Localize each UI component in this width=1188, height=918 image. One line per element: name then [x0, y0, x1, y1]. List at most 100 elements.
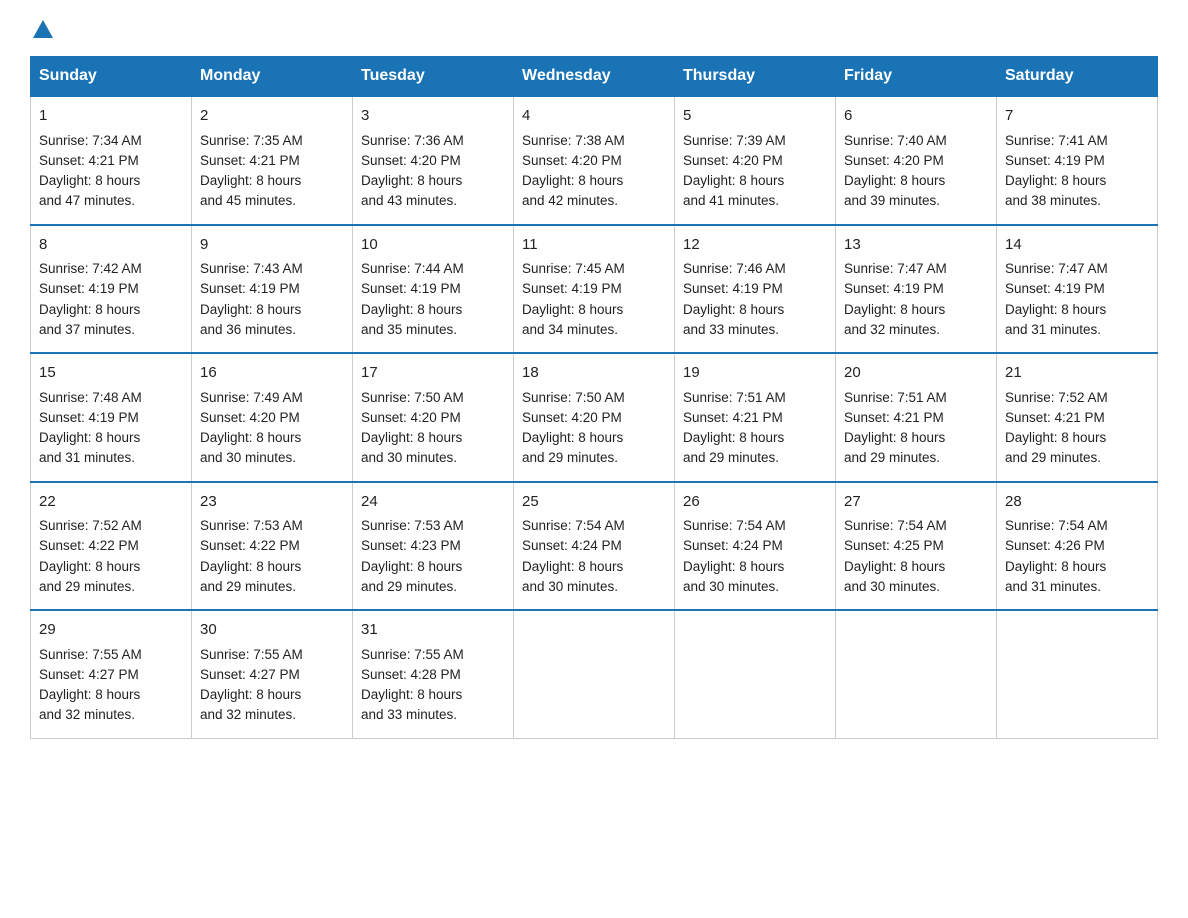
day-info: Sunrise: 7:47 AMSunset: 4:19 PMDaylight:… [1005, 261, 1108, 337]
calendar-cell [836, 610, 997, 738]
calendar-cell [675, 610, 836, 738]
calendar-header: Sunday Monday Tuesday Wednesday Thursday… [31, 57, 1158, 97]
day-info: Sunrise: 7:55 AMSunset: 4:27 PMDaylight:… [200, 647, 303, 723]
day-number: 24 [361, 491, 505, 514]
day-number: 16 [200, 362, 344, 385]
day-number: 18 [522, 362, 666, 385]
day-info: Sunrise: 7:48 AMSunset: 4:19 PMDaylight:… [39, 390, 142, 466]
day-info: Sunrise: 7:41 AMSunset: 4:19 PMDaylight:… [1005, 133, 1108, 209]
day-info: Sunrise: 7:45 AMSunset: 4:19 PMDaylight:… [522, 261, 625, 337]
day-number: 25 [522, 491, 666, 514]
day-info: Sunrise: 7:34 AMSunset: 4:21 PMDaylight:… [39, 133, 142, 209]
day-info: Sunrise: 7:42 AMSunset: 4:19 PMDaylight:… [39, 261, 142, 337]
calendar-cell [997, 610, 1158, 738]
day-number: 15 [39, 362, 183, 385]
calendar-cell: 22Sunrise: 7:52 AMSunset: 4:22 PMDayligh… [31, 482, 192, 611]
day-number: 17 [361, 362, 505, 385]
col-thursday: Thursday [675, 57, 836, 97]
calendar-cell: 13 Sunrise: 7:47 AMSunset: 4:19 PMDayligh… [836, 225, 997, 354]
day-info: Sunrise: 7:50 AMSunset: 4:20 PMDaylight:… [522, 390, 625, 466]
day-info: Sunrise: 7:39 AMSunset: 4:20 PMDaylight:… [683, 133, 786, 209]
calendar-cell: 20Sunrise: 7:51 AMSunset: 4:21 PMDayligh… [836, 353, 997, 482]
day-info: Sunrise: 7:38 AMSunset: 4:20 PMDaylight:… [522, 133, 625, 209]
calendar-body: 1Sunrise: 7:34 AMSunset: 4:21 PMDaylight… [31, 96, 1158, 738]
calendar-cell: 2 Sunrise: 7:35 AMSunset: 4:21 PMDaylight… [192, 96, 353, 225]
week-row-3: 15 Sunrise: 7:48 AMSunset: 4:19 PMDayligh… [31, 353, 1158, 482]
day-info: Sunrise: 7:51 AMSunset: 4:21 PMDaylight:… [683, 390, 786, 466]
calendar-cell: 15 Sunrise: 7:48 AMSunset: 4:19 PMDayligh… [31, 353, 192, 482]
day-info: Sunrise: 7:40 AMSunset: 4:20 PMDaylight:… [844, 133, 947, 209]
day-number: 26 [683, 491, 827, 514]
day-number: 23 [200, 491, 344, 514]
calendar-cell: 8Sunrise: 7:42 AMSunset: 4:19 PMDaylight… [31, 225, 192, 354]
day-number: 29 [39, 619, 183, 642]
day-info: Sunrise: 7:46 AMSunset: 4:19 PMDaylight:… [683, 261, 786, 337]
calendar-cell: 29Sunrise: 7:55 AMSunset: 4:27 PMDayligh… [31, 610, 192, 738]
day-number: 12 [683, 234, 827, 257]
week-row-1: 1Sunrise: 7:34 AMSunset: 4:21 PMDaylight… [31, 96, 1158, 225]
day-info: Sunrise: 7:53 AMSunset: 4:22 PMDaylight:… [200, 518, 303, 594]
day-info: Sunrise: 7:44 AMSunset: 4:19 PMDaylight:… [361, 261, 464, 337]
day-number: 2 [200, 105, 344, 128]
day-info: Sunrise: 7:47 AMSunset: 4:19 PMDaylight:… [844, 261, 947, 337]
calendar-cell: 19 Sunrise: 7:51 AMSunset: 4:21 PMDayligh… [675, 353, 836, 482]
day-info: Sunrise: 7:52 AMSunset: 4:22 PMDaylight:… [39, 518, 142, 594]
week-row-4: 22Sunrise: 7:52 AMSunset: 4:22 PMDayligh… [31, 482, 1158, 611]
logo-icon [33, 20, 53, 38]
page-header [30, 20, 1158, 38]
day-number: 20 [844, 362, 988, 385]
calendar-cell: 24 Sunrise: 7:53 AMSunset: 4:23 PMDayligh… [353, 482, 514, 611]
col-tuesday: Tuesday [353, 57, 514, 97]
week-row-5: 29 Sunrise: 7:55 AMSunset: 4:27 PMDayligh… [31, 610, 1158, 738]
day-number: 4 [522, 105, 666, 128]
day-number: 28 [1005, 491, 1149, 514]
day-number: 30 [200, 619, 344, 642]
day-info: Sunrise: 7:55 AMSunset: 4:28 PMDaylight:… [361, 647, 464, 723]
calendar-cell: 30 Sunrise: 7:55 AMSunset: 4:27 PMDayligh… [192, 610, 353, 738]
calendar-cell: 5 Sunrise: 7:39 AMSunset: 4:20 PMDaylight… [675, 96, 836, 225]
col-wednesday: Wednesday [514, 57, 675, 97]
day-info: Sunrise: 7:50 AMSunset: 4:20 PMDaylight:… [361, 390, 464, 466]
day-number: 10 [361, 234, 505, 257]
calendar-cell: 17 Sunrise: 7:50 AMSunset: 4:20 PMDayligh… [353, 353, 514, 482]
calendar-cell: 25 Sunrise: 7:54 AMSunset: 4:24 PMDayligh… [514, 482, 675, 611]
day-info: Sunrise: 7:54 AMSunset: 4:24 PMDaylight:… [683, 518, 786, 594]
col-monday: Monday [192, 57, 353, 97]
day-number: 27 [844, 491, 988, 514]
calendar-cell: 11Sunrise: 7:45 AMSunset: 4:19 PMDayligh… [514, 225, 675, 354]
day-info: Sunrise: 7:36 AMSunset: 4:20 PMDaylight:… [361, 133, 464, 209]
day-number: 13 [844, 234, 988, 257]
day-number: 5 [683, 105, 827, 128]
calendar-cell: 21 Sunrise: 7:52 AMSunset: 4:21 PMDayligh… [997, 353, 1158, 482]
day-info: Sunrise: 7:54 AMSunset: 4:26 PMDaylight:… [1005, 518, 1108, 594]
calendar-cell: 10 Sunrise: 7:44 AMSunset: 4:19 PMDayligh… [353, 225, 514, 354]
calendar-cell: 27Sunrise: 7:54 AMSunset: 4:25 PMDayligh… [836, 482, 997, 611]
header-row: Sunday Monday Tuesday Wednesday Thursday… [31, 57, 1158, 97]
calendar-cell: 4 Sunrise: 7:38 AMSunset: 4:20 PMDaylight… [514, 96, 675, 225]
day-number: 7 [1005, 105, 1149, 128]
day-info: Sunrise: 7:53 AMSunset: 4:23 PMDaylight:… [361, 518, 464, 594]
calendar-cell: 23 Sunrise: 7:53 AMSunset: 4:22 PMDayligh… [192, 482, 353, 611]
calendar-cell: 1Sunrise: 7:34 AMSunset: 4:21 PMDaylight… [31, 96, 192, 225]
day-number: 21 [1005, 362, 1149, 385]
day-info: Sunrise: 7:43 AMSunset: 4:19 PMDaylight:… [200, 261, 303, 337]
day-info: Sunrise: 7:49 AMSunset: 4:20 PMDaylight:… [200, 390, 303, 466]
calendar-cell: 26 Sunrise: 7:54 AMSunset: 4:24 PMDayligh… [675, 482, 836, 611]
calendar-cell: 16 Sunrise: 7:49 AMSunset: 4:20 PMDayligh… [192, 353, 353, 482]
day-number: 9 [200, 234, 344, 257]
day-number: 3 [361, 105, 505, 128]
calendar-cell: 12 Sunrise: 7:46 AMSunset: 4:19 PMDayligh… [675, 225, 836, 354]
calendar-cell: 6 Sunrise: 7:40 AMSunset: 4:20 PMDaylight… [836, 96, 997, 225]
week-row-2: 8Sunrise: 7:42 AMSunset: 4:19 PMDaylight… [31, 225, 1158, 354]
day-info: Sunrise: 7:54 AMSunset: 4:24 PMDaylight:… [522, 518, 625, 594]
day-number: 6 [844, 105, 988, 128]
calendar-cell: 28 Sunrise: 7:54 AMSunset: 4:26 PMDayligh… [997, 482, 1158, 611]
calendar-cell [514, 610, 675, 738]
col-friday: Friday [836, 57, 997, 97]
day-info: Sunrise: 7:35 AMSunset: 4:21 PMDaylight:… [200, 133, 303, 209]
calendar-cell: 31Sunrise: 7:55 AMSunset: 4:28 PMDayligh… [353, 610, 514, 738]
day-info: Sunrise: 7:52 AMSunset: 4:21 PMDaylight:… [1005, 390, 1108, 466]
calendar-cell: 3 Sunrise: 7:36 AMSunset: 4:20 PMDaylight… [353, 96, 514, 225]
day-number: 19 [683, 362, 827, 385]
calendar-cell: 14Sunrise: 7:47 AMSunset: 4:19 PMDayligh… [997, 225, 1158, 354]
